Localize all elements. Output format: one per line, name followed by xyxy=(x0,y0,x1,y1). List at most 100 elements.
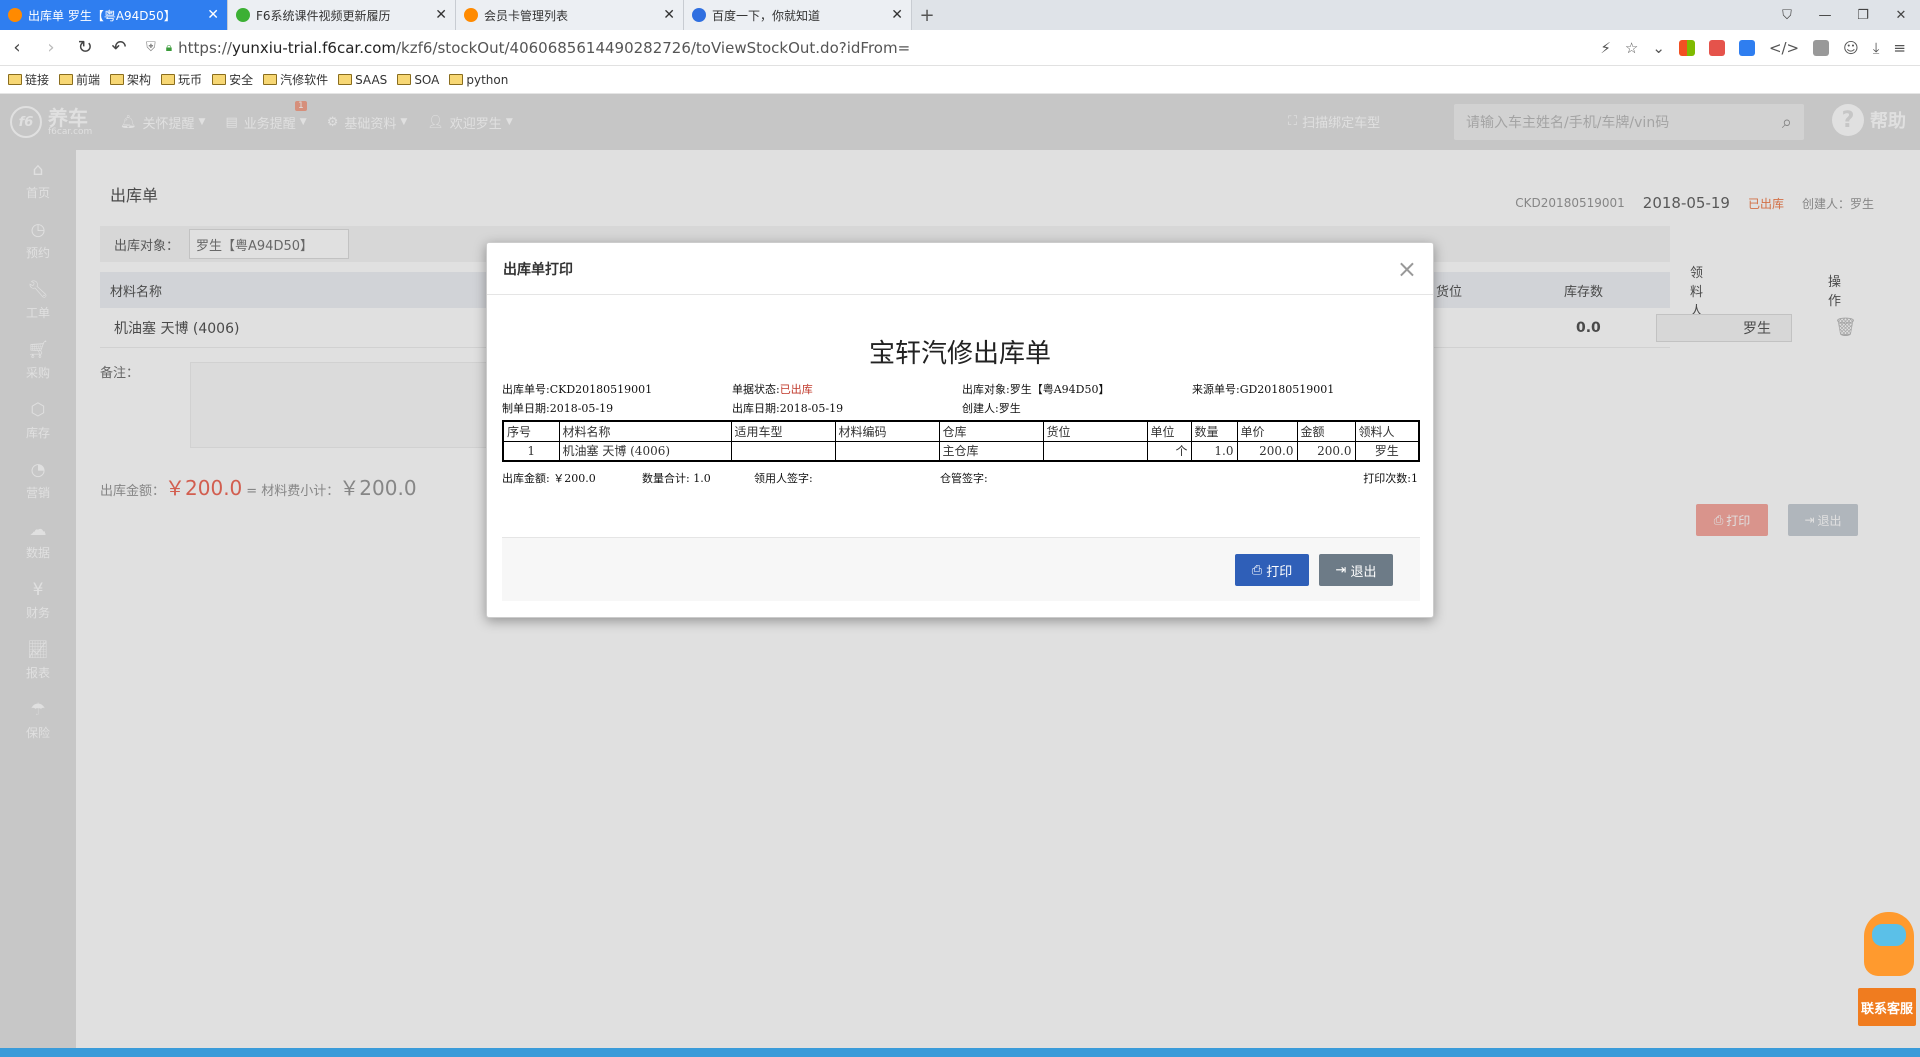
url-path: /kzf6/stockOut/406068561449028272​6/toVi… xyxy=(396,38,911,57)
bookmark-folder[interactable]: 架构 xyxy=(110,71,151,88)
lock-icon: 🔒︎ xyxy=(165,40,173,54)
customer-service-widget[interactable]: 联系客服 xyxy=(1856,912,1918,1028)
cell-amount: 200.0 xyxy=(1296,440,1356,462)
button-label: 退出 xyxy=(1350,564,1377,580)
bookmark-label: python xyxy=(466,72,509,87)
print-table: 序号 材料名称 适用车型 材料编码 仓库 货位 单位 数量 单价 金额 领料人 … xyxy=(502,420,1420,462)
folder-icon xyxy=(59,74,74,85)
f6-favicon-icon xyxy=(464,8,478,22)
browser-tab-stockout[interactable]: 出库单 罗生【粤A94D50】 ✕ xyxy=(0,0,228,30)
close-icon[interactable]: × xyxy=(1397,255,1417,283)
chevron-down-icon[interactable]: ⌄ xyxy=(1652,39,1665,57)
red-ext-icon[interactable] xyxy=(1708,39,1725,56)
info-doc-no: 出库单号:CKD20180519001 xyxy=(502,383,653,396)
browser-tabbar: 出库单 罗生【粤A94D50】 ✕ F6系统课件视频更新履历 ✕ 会员卡管理列表… xyxy=(0,0,1920,30)
cell-unit-price: 200.0 xyxy=(1236,440,1298,462)
cell-location xyxy=(1042,440,1148,462)
bookmark-folder[interactable]: SAAS xyxy=(338,73,387,87)
modal-header: 出库单打印 × xyxy=(487,243,1433,295)
cell-quantity: 1.0 xyxy=(1190,440,1238,462)
lightning-icon[interactable]: ⚡︎ xyxy=(1600,39,1611,57)
bookmark-label: 链接 xyxy=(25,73,50,87)
document-title: 宝轩汽修出库单 xyxy=(868,339,1051,369)
bookmark-folder[interactable]: 前端 xyxy=(59,71,100,88)
info-status-label: 单据状态: xyxy=(732,383,780,396)
toolbar-right: ⚡︎ ☆ ⌄ </> ☺ ⤓ ≡ xyxy=(1600,39,1920,57)
rp-ext-icon[interactable] xyxy=(1813,39,1830,56)
minimize-icon[interactable]: — xyxy=(1806,0,1844,30)
summary-amount: 出库金额: ￥200.0 xyxy=(502,472,596,485)
bookmark-folder[interactable]: 安全 xyxy=(212,71,253,88)
column-header: 单位 xyxy=(1146,420,1192,442)
cell-vehicle-model xyxy=(730,440,836,462)
blue-ext-icon[interactable] xyxy=(1738,39,1755,56)
folder-icon xyxy=(263,74,278,85)
bookmark-label: 前端 xyxy=(76,73,101,87)
document-info: 出库单号:CKD20180519001 单据状态:已出库 出库对象:罗生【粤A9… xyxy=(502,381,1418,416)
info-make-date: 制单日期:2018-05-19 xyxy=(502,402,614,415)
bookmark-folder[interactable]: 汽修软件 xyxy=(263,71,328,88)
reload-icon[interactable]: ↻ xyxy=(68,37,102,58)
mask-icon[interactable]: ☺ xyxy=(1843,39,1859,57)
print-count: 打印次数:1 xyxy=(1363,472,1418,485)
column-header: 序号 xyxy=(502,420,560,442)
close-icon[interactable]: ✕ xyxy=(663,7,675,23)
browser-tab-baidu[interactable]: 百度一下，你就知道 ✕ xyxy=(684,0,912,30)
column-header: 仓库 xyxy=(938,420,1044,442)
code-icon[interactable]: </> xyxy=(1769,39,1799,57)
url-host: yunxiu-trial.f6car.com xyxy=(231,38,396,57)
cell-material-name: 机油塞 天博 (4006) xyxy=(558,440,732,462)
close-icon[interactable]: ✕ xyxy=(207,7,219,23)
receiver-signature: 领用人签字: xyxy=(754,472,813,485)
bookmark-folder[interactable]: python xyxy=(449,73,508,87)
baidu-favicon-icon xyxy=(692,8,706,22)
info-out-date: 出库日期:2018-05-19 xyxy=(732,402,844,415)
keeper-signature: 仓管签字: xyxy=(940,472,988,485)
forward-icon[interactable]: › xyxy=(34,37,68,58)
windows-ext-icon[interactable] xyxy=(1678,39,1695,56)
summary-quantity: 数量合计: 1.0 xyxy=(642,472,711,485)
browser-tab-f6-course[interactable]: F6系统课件视频更新履历 ✕ xyxy=(228,0,456,30)
folder-icon xyxy=(338,74,353,85)
back-icon[interactable]: ‹ xyxy=(0,37,34,58)
close-window-icon[interactable]: ✕ xyxy=(1882,0,1920,30)
folder-icon xyxy=(8,74,22,85)
column-header: 货位 xyxy=(1042,420,1148,442)
summary-row: 出库金额: ￥200.0 数量合计: 1.0 领用人签字: 仓管签字: 打印次数… xyxy=(502,470,1418,486)
undo-icon[interactable]: ↶ xyxy=(102,37,136,58)
menu-icon[interactable]: ≡ xyxy=(1893,39,1906,57)
info-status-value: 已出库 xyxy=(779,383,813,396)
modal-title: 出库单打印 xyxy=(503,261,573,278)
shirt-icon[interactable]: ⛉ xyxy=(1768,0,1806,30)
address-bar: ‹ › ↻ ↶ ⛨ 🔒︎ https:// yunxiu-trial.f6car… xyxy=(0,30,1920,66)
modal-footer: ⎙ 打印 ⇥ 退出 xyxy=(502,537,1420,601)
bookmark-folder[interactable]: SOA xyxy=(397,73,439,87)
exit-button[interactable]: ⇥ 退出 xyxy=(1319,554,1393,586)
table-header-row: 序号 材料名称 适用车型 材料编码 仓库 货位 单位 数量 单价 金额 领料人 xyxy=(502,420,1420,442)
column-header: 数量 xyxy=(1190,420,1238,442)
restore-icon[interactable]: ❐ xyxy=(1844,0,1882,30)
bookmark-folder[interactable]: 链接 xyxy=(8,71,49,88)
column-header: 领料人 xyxy=(1354,420,1420,442)
download-icon[interactable]: ⤓ xyxy=(1873,39,1880,57)
tab-title: F6系统课件视频更新履历 xyxy=(256,8,391,23)
print-button[interactable]: ⎙ 打印 xyxy=(1235,554,1309,586)
bookmark-folder[interactable]: 玩币 xyxy=(161,71,202,88)
star-icon[interactable]: ☆ xyxy=(1625,39,1638,57)
print-preview: 宝轩汽修出库单 出库单号:CKD20180519001 单据状态:已出库 出库对… xyxy=(487,333,1433,486)
close-icon[interactable]: ✕ xyxy=(891,7,903,23)
bookmark-label: 玩币 xyxy=(178,73,203,87)
info-creator: 创建人:罗生 xyxy=(962,402,1021,415)
browser-tab-member-card[interactable]: 会员卡管理列表 ✕ xyxy=(456,0,684,30)
folder-icon xyxy=(212,74,227,85)
cell-unit: 个 xyxy=(1146,440,1192,462)
cell-material-code xyxy=(834,440,940,462)
url-field[interactable]: ⛨ 🔒︎ https:// yunxiu-trial.f6car.com /kz… xyxy=(146,39,1600,57)
close-icon[interactable]: ✕ xyxy=(435,7,447,23)
new-tab-button[interactable]: + xyxy=(912,0,942,30)
bookmarks-bar: 链接 前端 架构 玩币 安全 汽修软件 SAAS SOA python xyxy=(0,66,1920,94)
bookmark-label: 汽修软件 xyxy=(280,73,329,87)
tab-title: 会员卡管理列表 xyxy=(484,8,569,23)
f6-favicon-icon xyxy=(8,8,22,22)
tab-title: 出库单 罗生【粤A94D50】 xyxy=(28,8,176,23)
